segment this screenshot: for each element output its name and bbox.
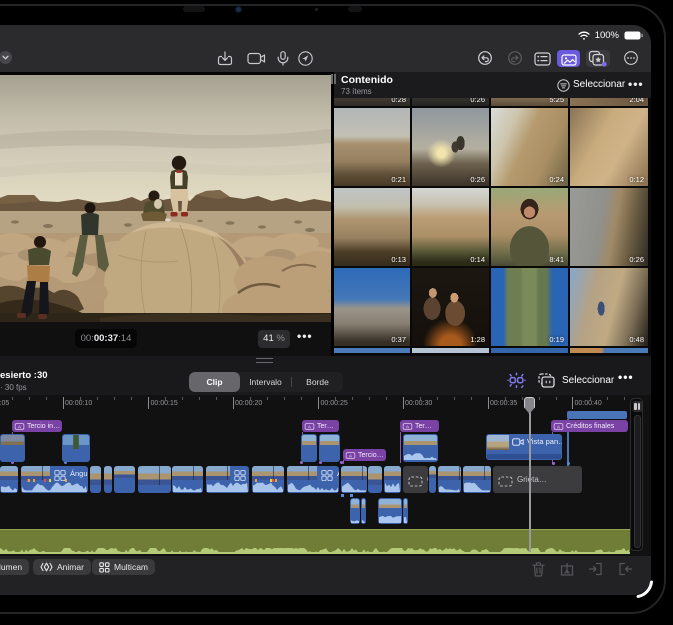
- svg-text:A: A: [18, 424, 22, 430]
- svg-text:A: A: [557, 424, 561, 430]
- svg-text:A: A: [308, 424, 312, 430]
- svg-text:A: A: [406, 424, 410, 430]
- svg-text:A: A: [349, 453, 353, 459]
